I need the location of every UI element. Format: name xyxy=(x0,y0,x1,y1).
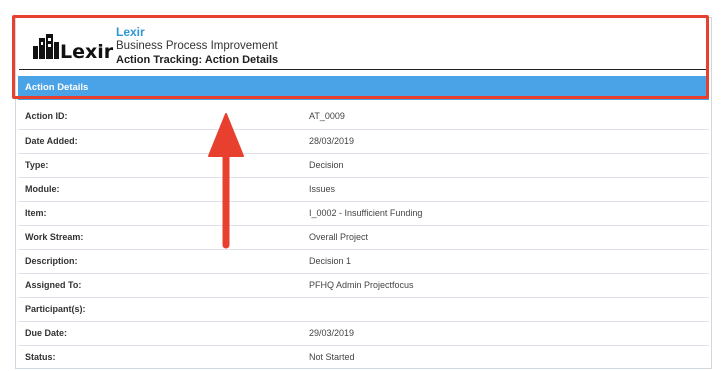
logo-wordmark: Lexir xyxy=(60,41,114,60)
field-label: Work Stream: xyxy=(25,232,84,242)
field-label: Action ID: xyxy=(25,111,68,121)
field-value: Decision xyxy=(309,160,344,170)
field-label: Assigned To: xyxy=(25,280,82,290)
field-value: Issues xyxy=(309,184,336,194)
field-label: Module: xyxy=(25,184,60,194)
section-header: Action Details xyxy=(18,76,709,100)
field-value: Decision 1 xyxy=(309,256,352,266)
page: Lexir Lexir Business Process Improvement… xyxy=(0,0,722,371)
page-title: Action Tracking: Action Details xyxy=(116,54,279,66)
brand-name: Lexir xyxy=(116,25,145,39)
table-row: Status: Not Started xyxy=(18,345,709,369)
header-text: Lexir Business Process Improvement Actio… xyxy=(116,25,278,67)
action-details-report: Lexir Lexir Business Process Improvement… xyxy=(15,17,712,369)
table-row: Due Date: 29/03/2019 xyxy=(18,321,709,345)
field-value: PFHQ Admin Projectfocus xyxy=(309,280,414,290)
header-subtitle: Business Process Improvement xyxy=(116,40,278,52)
field-label: Type: xyxy=(25,160,49,170)
table-row: Description: Decision 1 xyxy=(18,249,709,273)
field-label: Due Date: xyxy=(25,328,68,338)
table-row: Item: I_0002 - Insufficient Funding xyxy=(18,201,709,225)
field-value: AT_0009 xyxy=(309,111,345,121)
field-label: Status: xyxy=(25,352,56,362)
field-label: Item: xyxy=(25,208,47,218)
field-label: Participant(s): xyxy=(25,304,86,314)
table-row: Date Added: 28/03/2019 xyxy=(18,129,709,153)
field-label: Date Added: xyxy=(25,136,78,146)
table-row: Assigned To: PFHQ Admin Projectfocus xyxy=(18,273,709,297)
field-value: 29/03/2019 xyxy=(309,328,355,338)
field-label: Description: xyxy=(25,256,78,266)
report-header: Lexir Lexir Business Process Improvement… xyxy=(16,18,711,68)
field-value: I_0002 - Insufficient Funding xyxy=(309,208,423,218)
field-value: Overall Project xyxy=(309,232,369,242)
table-row: Work Stream: Overall Project xyxy=(18,225,709,249)
details-table: Action ID: AT_0009 Date Added: 28/03/2019 Ty… xyxy=(18,105,709,369)
building-logo-icon: Lexir xyxy=(33,34,114,60)
table-row: Module: Issues xyxy=(18,177,709,201)
header-divider xyxy=(19,69,708,70)
lexir-logo: Lexir xyxy=(33,34,119,60)
table-row: Participant(s): xyxy=(18,297,709,321)
table-row: Type: Decision xyxy=(18,153,709,177)
table-row: Action ID: AT_0009 xyxy=(18,105,709,129)
field-value: Not Started xyxy=(309,352,355,362)
field-value: 28/03/2019 xyxy=(309,136,355,146)
